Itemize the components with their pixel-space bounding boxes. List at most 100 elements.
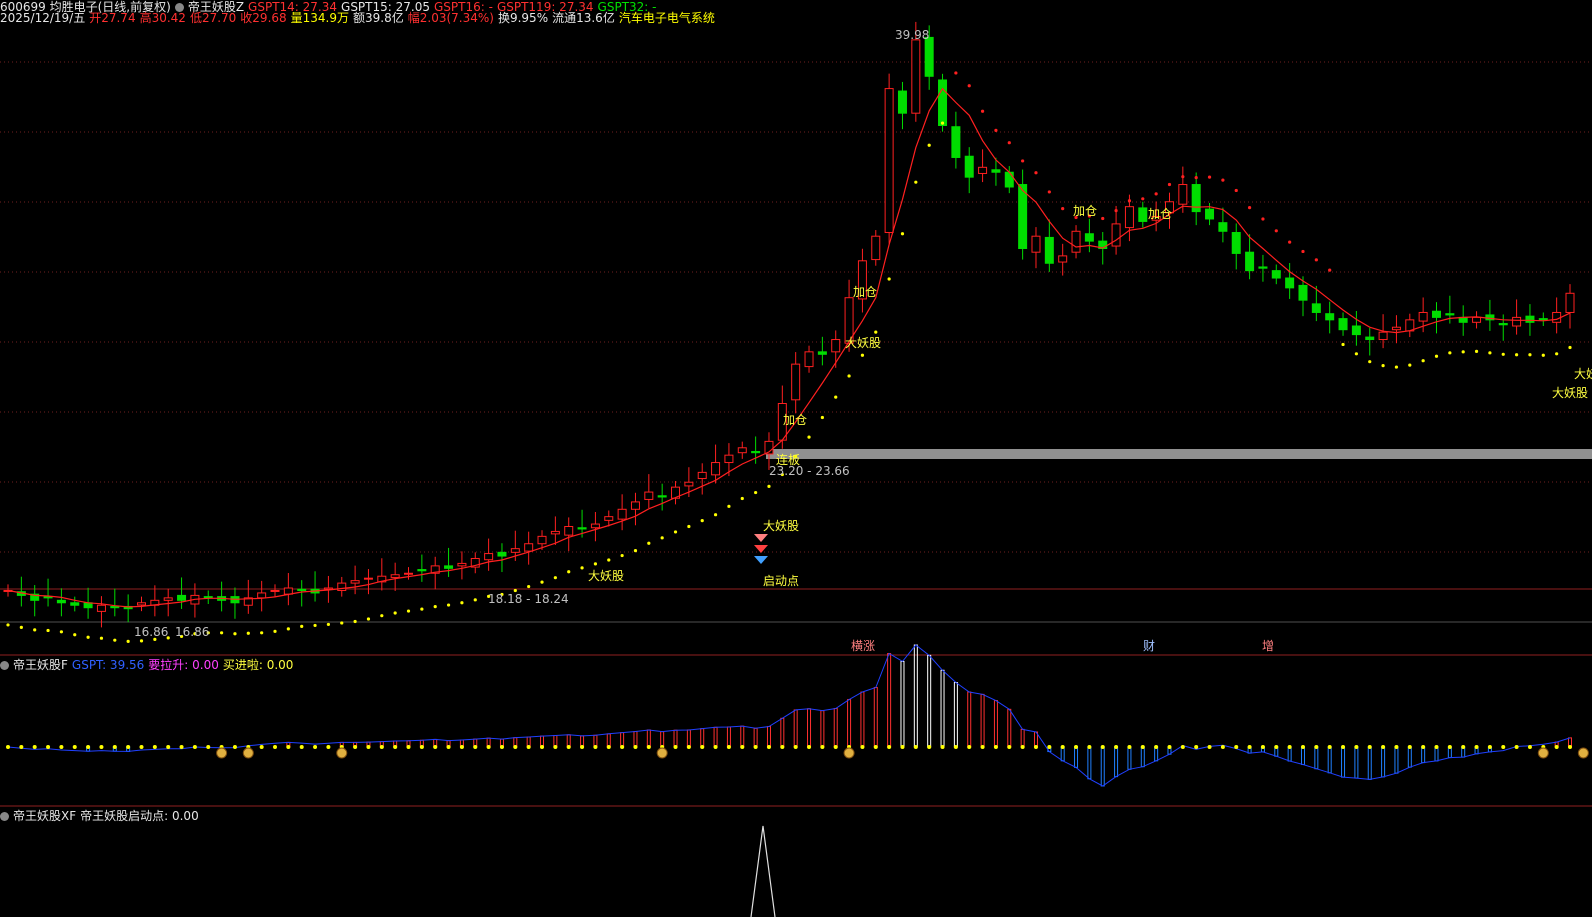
sector-value[interactable]: 汽车电子电气系统 (619, 11, 715, 25)
low-value: 低27.70 (189, 11, 237, 25)
sub1-bar (1114, 746, 1119, 778)
sub1-bar (766, 725, 771, 748)
sub1-bar (860, 691, 865, 748)
baseline-dot (913, 745, 918, 749)
moneybag-icon (843, 747, 855, 759)
baseline-dot (1007, 745, 1012, 749)
trend-dot (914, 180, 918, 184)
sub1-bar (1341, 746, 1346, 778)
candles-layer (3, 21, 1575, 628)
baseline-dot (980, 745, 985, 749)
trend-dot (967, 84, 971, 88)
trend-dot (754, 490, 758, 495)
sub1-bar (780, 717, 785, 748)
header-line-2: 2025/12/19/五 开27.74 高30.42 低27.70 收29.68 量134… (0, 11, 719, 25)
candle-body (283, 587, 293, 595)
baseline-dot (393, 745, 398, 749)
sub1-bar (833, 707, 838, 748)
baseline-dot (673, 745, 678, 749)
trend-dot (1034, 171, 1038, 175)
low-label: 16.86 (134, 625, 168, 639)
sub1-name[interactable]: 帝王妖股F (13, 658, 68, 672)
baseline-dot (1527, 745, 1532, 749)
sub1-bar (1074, 746, 1079, 768)
trend-dot (33, 628, 37, 632)
sub1-yaolasheng: 要拉升: 0.00 (148, 658, 219, 672)
sub1-bar (1287, 746, 1292, 762)
gem-icon-stack (754, 534, 768, 564)
trend-dot (847, 374, 851, 378)
trend-dot (380, 614, 384, 618)
trend-dot (353, 619, 357, 624)
candle-body (697, 471, 707, 480)
baseline-dot (940, 745, 945, 749)
sub1-bar (1354, 746, 1359, 779)
candle-body (1565, 292, 1575, 313)
sub1-bar (1314, 746, 1319, 770)
baseline-dot (1341, 745, 1346, 749)
baseline-dot (633, 745, 638, 749)
baseline-dot (740, 745, 745, 749)
sub2-spike (750, 825, 776, 917)
sub1-bar (713, 726, 718, 748)
baseline-dot (1180, 745, 1185, 749)
candle-body (897, 90, 907, 114)
baseline-dot (152, 745, 157, 749)
moneybag-icon (656, 747, 668, 759)
jiacang-label: 加仓 (1073, 204, 1097, 218)
sub1-bar (646, 729, 651, 748)
sub1-bar (847, 699, 852, 748)
baseline-dot (1033, 745, 1038, 749)
baseline-dot (1287, 745, 1292, 749)
baseline-dot (1127, 745, 1132, 749)
trend-dot (1474, 349, 1479, 353)
candle-body (1245, 251, 1255, 272)
candle-body (1378, 331, 1388, 341)
trend-dot (687, 524, 691, 529)
sub1-bar (1020, 728, 1025, 748)
stock-chart[interactable]: 39.98 加仓 大妖股 加仓 连板 23.20 - 23.66 大妖股 大妖股… (0, 0, 1592, 917)
trend-dot (446, 603, 451, 607)
candle-body (964, 155, 974, 178)
trend-dot (1181, 175, 1185, 179)
sub1-bar (1300, 746, 1305, 766)
baseline-dot (419, 745, 424, 749)
candle-body (1004, 171, 1014, 188)
baseline-dot (993, 745, 998, 749)
trend-dot (260, 631, 264, 635)
candle-body (1084, 233, 1094, 242)
candle-body (644, 491, 654, 500)
jiacang-label: 加仓 (1148, 207, 1172, 221)
baseline-dot (700, 745, 705, 749)
baseline-dot (793, 745, 798, 749)
baseline-dot (446, 745, 451, 749)
candle-body (1138, 207, 1148, 222)
candle-body (417, 569, 427, 572)
candle-body (550, 530, 560, 535)
baseline-dot (1367, 745, 1372, 749)
trend-dot (1434, 354, 1439, 358)
trend-dot (1221, 178, 1225, 182)
candle-body (363, 577, 373, 580)
float-value: 流通13.6亿 (552, 11, 615, 25)
candle-body (1538, 318, 1548, 321)
trend-dot (139, 639, 144, 643)
candle-body (56, 599, 66, 604)
baseline-dot (406, 745, 411, 749)
trend-dot (220, 631, 224, 635)
trend-dot (567, 570, 571, 574)
candle-body (1445, 313, 1455, 316)
sub1-bar (686, 729, 691, 748)
candle-body (524, 543, 534, 552)
jiacang-label: 加仓 (783, 413, 807, 427)
baseline-dot (139, 745, 144, 749)
candle-body (257, 592, 267, 599)
candle-body (1271, 270, 1281, 279)
candle-body (1218, 222, 1228, 232)
volume-value: 量134.9万 (290, 11, 350, 25)
candle-body (951, 126, 961, 158)
trend-dot (126, 639, 130, 643)
dayaogu-label: 大妖股 (763, 519, 799, 533)
sub2-name[interactable]: 帝王妖股XF (13, 809, 76, 823)
trend-dot (954, 71, 958, 75)
